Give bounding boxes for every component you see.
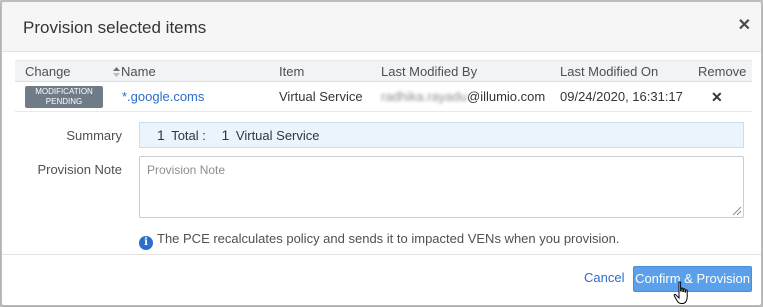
column-header-change[interactable]: Change: [25, 64, 71, 79]
row-modified-by: radhika.rayadu@illumio.com: [381, 89, 545, 104]
column-header-remove: Remove: [698, 64, 747, 79]
provision-dialog: Provision selected items ✕ Change Name I…: [1, 1, 762, 306]
column-header-last-modified-by[interactable]: Last Modified By: [381, 64, 477, 79]
column-header-item[interactable]: Item: [279, 64, 304, 79]
redacted-username: radhika.rayadu: [381, 89, 467, 104]
summary-total-label: Total :: [171, 128, 206, 143]
row-modified-by-domain: @illumio.com: [467, 89, 546, 104]
provision-note-label: Provision Note: [37, 162, 122, 177]
column-header-name[interactable]: Name: [113, 64, 156, 79]
row-item: Virtual Service: [279, 89, 363, 104]
close-icon[interactable]: ✕: [738, 16, 751, 36]
summary-total-count: 1: [157, 127, 165, 143]
dialog-footer: Cancel Confirm & Provision: [2, 254, 761, 305]
provision-note-field[interactable]: [139, 156, 744, 218]
summary-box: 1 Total : 1 Virtual Service: [139, 122, 744, 148]
table-row: MODIFICATION PENDING *.google.coms Virtu…: [15, 82, 752, 112]
dialog-title: Provision selected items: [23, 18, 207, 37]
sort-icon: [113, 67, 120, 77]
info-icon: i: [139, 236, 153, 250]
status-badge: MODIFICATION PENDING: [25, 86, 103, 108]
provision-items-grid: Change Name Item Last Modified By Last M…: [15, 60, 752, 112]
row-modified-on: 09/24/2020, 16:31:17: [560, 89, 683, 104]
info-message: i The PCE recalculates policy and sends i…: [139, 231, 619, 250]
grid-header: Change Name Item Last Modified By Last M…: [15, 60, 752, 82]
summary-item-count: 1: [221, 127, 230, 143]
status-badge-line-1: MODIFICATION: [35, 87, 93, 96]
column-header-last-modified-on[interactable]: Last Modified On: [560, 64, 658, 79]
dialog-header: Provision selected items ✕: [2, 2, 761, 52]
row-name-link[interactable]: *.google.coms: [122, 89, 204, 104]
hand-cursor-icon: [673, 281, 688, 304]
resize-handle-icon[interactable]: [732, 206, 742, 216]
status-badge-line-2: PENDING: [45, 97, 83, 106]
summary-item-label: Virtual Service: [235, 128, 320, 143]
summary-label: Summary: [66, 128, 122, 143]
info-text: The PCE recalculates policy and sends it…: [157, 231, 620, 246]
remove-icon[interactable]: ✕: [711, 89, 723, 106]
cancel-button[interactable]: Cancel: [584, 270, 624, 285]
